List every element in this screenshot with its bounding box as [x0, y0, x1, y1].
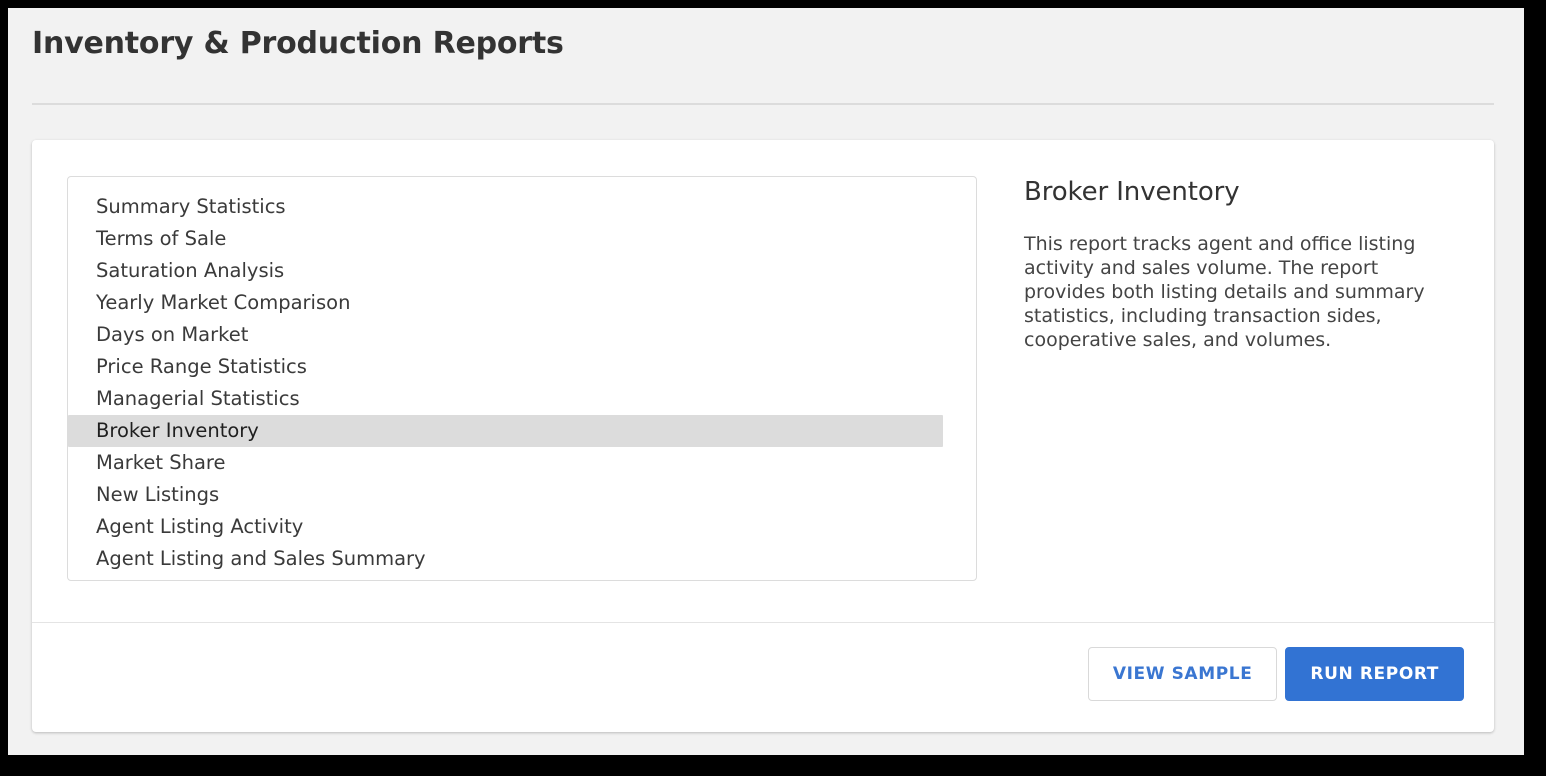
report-list-item[interactable]: Managerial Statistics — [68, 383, 943, 415]
report-list-item[interactable]: Days on Market — [68, 319, 943, 351]
page-viewport: Inventory & Production Reports Summary S… — [8, 8, 1524, 755]
report-detail-panel: Broker Inventory This report tracks agen… — [1024, 176, 1464, 352]
card-body: Summary Statistics Terms of Sale Saturatio… — [32, 140, 1494, 622]
report-list-item[interactable]: Saturation Analysis — [68, 255, 943, 287]
report-list-item[interactable]: Price Range Statistics — [68, 351, 943, 383]
view-sample-button[interactable]: VIEW SAMPLE — [1087, 647, 1278, 701]
report-list-item[interactable]: Agent Listing and Sales Summary — [68, 543, 943, 575]
page-header: Inventory & Production Reports — [32, 8, 1494, 140]
page-title: Inventory & Production Reports — [32, 26, 564, 61]
report-list[interactable]: Summary Statistics Terms of Sale Saturatio… — [67, 176, 977, 581]
report-list-item[interactable]: Summary Statistics — [68, 191, 943, 223]
report-detail-description: This report tracks agent and office list… — [1024, 233, 1425, 351]
footer-actions: VIEW SAMPLE RUN REPORT — [1087, 647, 1464, 701]
run-report-button[interactable]: RUN REPORT — [1285, 647, 1464, 701]
report-list-item[interactable]: Terms of Sale — [68, 223, 943, 255]
report-list-item[interactable]: Agent Listing Activity — [68, 511, 943, 543]
report-detail-title: Broker Inventory — [1024, 177, 1240, 207]
card-footer: VIEW SAMPLE RUN REPORT — [32, 622, 1494, 732]
header-divider — [32, 103, 1494, 105]
report-list-item[interactable]: Market Share — [68, 447, 943, 479]
report-list-item[interactable]: Broker Inventory — [68, 415, 943, 447]
report-list-item[interactable]: Yearly Market Comparison — [68, 287, 943, 319]
report-selection-card: Summary Statistics Terms of Sale Saturatio… — [32, 140, 1494, 732]
report-list-item[interactable]: New Listings — [68, 479, 943, 511]
